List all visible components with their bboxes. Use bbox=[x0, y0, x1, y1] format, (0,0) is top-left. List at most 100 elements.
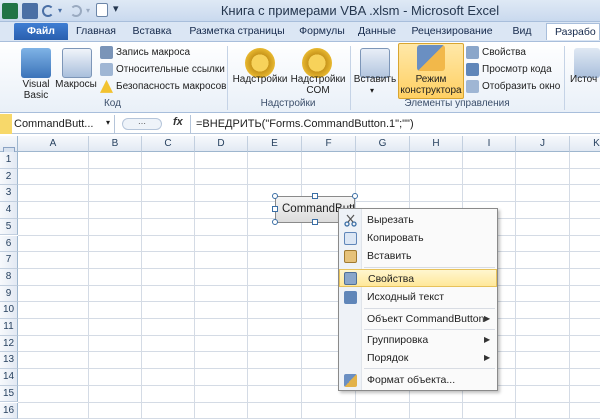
grid-line-vertical bbox=[141, 152, 142, 419]
resize-handle[interactable] bbox=[312, 219, 318, 225]
menu-separator bbox=[364, 329, 495, 330]
row-header-2[interactable]: 2 bbox=[0, 168, 18, 186]
warning-icon bbox=[100, 79, 113, 93]
menu-item-format-object[interactable]: Формат объекта... bbox=[339, 371, 497, 389]
row-header-15[interactable]: 15 bbox=[0, 385, 18, 403]
run-dialog-button[interactable]: Отобразить окно bbox=[466, 79, 560, 95]
tab-developer[interactable]: Разрабо bbox=[546, 23, 600, 40]
row-header-6[interactable]: 6 bbox=[0, 235, 18, 253]
row-header-3[interactable]: 3 bbox=[0, 185, 18, 203]
properties-button[interactable]: Свойства bbox=[466, 45, 526, 61]
worksheet-grid[interactable] bbox=[0, 136, 600, 419]
menu-item-view-code[interactable]: Исходный текст bbox=[339, 288, 497, 306]
view-code-button[interactable]: Просмотр кода bbox=[466, 62, 552, 78]
tab-view[interactable]: Вид bbox=[502, 23, 542, 40]
relative-refs-button[interactable]: Относительные ссылки bbox=[100, 62, 225, 78]
menu-item-copy[interactable]: Копировать bbox=[339, 229, 497, 247]
column-header-f[interactable]: F bbox=[302, 136, 356, 152]
namebox-dropdown-icon[interactable]: ▾ bbox=[106, 118, 110, 127]
submenu-arrow-icon: ▶ bbox=[484, 335, 491, 344]
tab-data[interactable]: Данные bbox=[352, 23, 402, 40]
resize-handle[interactable] bbox=[272, 193, 278, 199]
resize-handle[interactable] bbox=[272, 219, 278, 225]
row-header-9[interactable]: 9 bbox=[0, 285, 18, 303]
source-button[interactable]: Источ bbox=[570, 74, 600, 85]
formula-divider bbox=[190, 115, 191, 133]
row-header-8[interactable]: 8 bbox=[0, 268, 18, 286]
column-header-i[interactable]: I bbox=[463, 136, 516, 152]
grid-line-horizontal bbox=[18, 384, 600, 386]
grid-line-horizontal bbox=[18, 368, 600, 370]
menu-item-order[interactable]: Порядок bbox=[339, 349, 497, 367]
menu-item-commandbutton-object[interactable]: Объект CommandButton bbox=[339, 310, 497, 328]
grid-line-horizontal bbox=[18, 318, 600, 319]
macros-button[interactable]: Макросы bbox=[52, 79, 100, 90]
formula-bar-splitter[interactable]: ⋯ bbox=[122, 118, 162, 130]
grid-line-horizontal bbox=[18, 284, 600, 286]
resize-handle[interactable] bbox=[312, 193, 318, 199]
design-mode-icon bbox=[417, 45, 445, 71]
grid-line-vertical bbox=[515, 152, 516, 419]
tab-review[interactable]: Рецензирование bbox=[404, 23, 500, 40]
menu-item-paste[interactable]: Вставить bbox=[339, 247, 497, 265]
row-header-5[interactable]: 5 bbox=[0, 218, 18, 236]
grid-line-horizontal bbox=[18, 301, 600, 303]
column-header-k[interactable]: K bbox=[570, 136, 600, 152]
row-header-12[interactable]: 12 bbox=[0, 335, 18, 353]
com-addins-label-line1: Надстройки bbox=[290, 74, 346, 85]
column-header-d[interactable]: D bbox=[195, 136, 248, 152]
com-addins-label-line2: COM bbox=[306, 85, 330, 96]
record-macro-button[interactable]: Запись макроса bbox=[100, 45, 190, 61]
menu-separator bbox=[364, 368, 495, 369]
tab-insert[interactable]: Вставка bbox=[124, 23, 180, 40]
row-header-13[interactable]: 13 bbox=[0, 352, 18, 370]
row-header-16[interactable]: 16 bbox=[0, 402, 18, 419]
row-header-10[interactable]: 10 bbox=[0, 302, 18, 319]
column-header-h[interactable]: H bbox=[410, 136, 463, 152]
column-header-c[interactable]: C bbox=[142, 136, 195, 152]
insert-dropdown-icon[interactable]: ▾ bbox=[370, 86, 374, 95]
menu-item-properties[interactable]: Свойства bbox=[339, 269, 497, 287]
row-header-11[interactable]: 11 bbox=[0, 319, 18, 336]
macro-security-button[interactable]: Безопасность макросов bbox=[100, 79, 227, 95]
insert-function-icon[interactable]: fx bbox=[173, 116, 183, 128]
name-box[interactable]: CommandButt... bbox=[0, 115, 115, 133]
resize-handle[interactable] bbox=[352, 193, 358, 199]
design-mode-label-line2: конструктора bbox=[400, 85, 462, 96]
menu-item-grouping[interactable]: Группировка bbox=[339, 331, 497, 349]
insert-controls-button[interactable]: Вставить bbox=[352, 74, 398, 85]
grid-line-horizontal bbox=[18, 167, 600, 169]
menu-item-cut[interactable]: Вырезать bbox=[339, 211, 497, 229]
column-header-g[interactable]: G bbox=[356, 136, 410, 152]
row-header-4[interactable]: 4 bbox=[0, 202, 18, 219]
row-header-7[interactable]: 7 bbox=[0, 252, 18, 269]
group-label-addins: Надстройки bbox=[260, 98, 316, 109]
grid-line-horizontal bbox=[18, 334, 600, 336]
group-label-code: Код bbox=[103, 98, 121, 109]
column-header-b[interactable]: B bbox=[89, 136, 142, 152]
menu-separator bbox=[364, 267, 495, 268]
relative-refs-icon bbox=[100, 62, 113, 76]
column-header-j[interactable]: J bbox=[516, 136, 570, 152]
tab-page-layout[interactable]: Разметка страницы bbox=[182, 23, 292, 40]
visual-basic-icon bbox=[21, 48, 51, 78]
design-mode-label-line1: Режим bbox=[415, 74, 447, 85]
grid-line-vertical bbox=[88, 152, 89, 419]
group-label-controls: Элементы управления bbox=[404, 98, 510, 109]
submenu-arrow-icon: ▶ bbox=[484, 353, 491, 362]
resize-handle[interactable] bbox=[272, 206, 278, 212]
column-header-a[interactable]: A bbox=[18, 136, 89, 152]
row-header-14[interactable]: 14 bbox=[0, 369, 18, 386]
group-separator bbox=[564, 46, 565, 110]
tab-formulas[interactable]: Формулы bbox=[294, 23, 350, 40]
window-title: Книга с примерами VBA .xlsm - Microsoft … bbox=[220, 3, 500, 18]
formula-input[interactable]: =ВНЕДРИТЬ("Forms.CommandButton.1";"") bbox=[196, 115, 414, 133]
tab-home[interactable]: Главная bbox=[70, 23, 122, 40]
tab-file[interactable]: Файл bbox=[14, 23, 68, 40]
column-header-e[interactable]: E bbox=[248, 136, 302, 152]
view-code-icon bbox=[466, 62, 479, 76]
addins-button[interactable]: Надстройки bbox=[230, 74, 290, 85]
row-header-1[interactable]: 1 bbox=[0, 152, 18, 169]
com-addins-button[interactable]: Надстройки COM bbox=[290, 74, 346, 96]
grid-line-horizontal bbox=[18, 267, 600, 269]
